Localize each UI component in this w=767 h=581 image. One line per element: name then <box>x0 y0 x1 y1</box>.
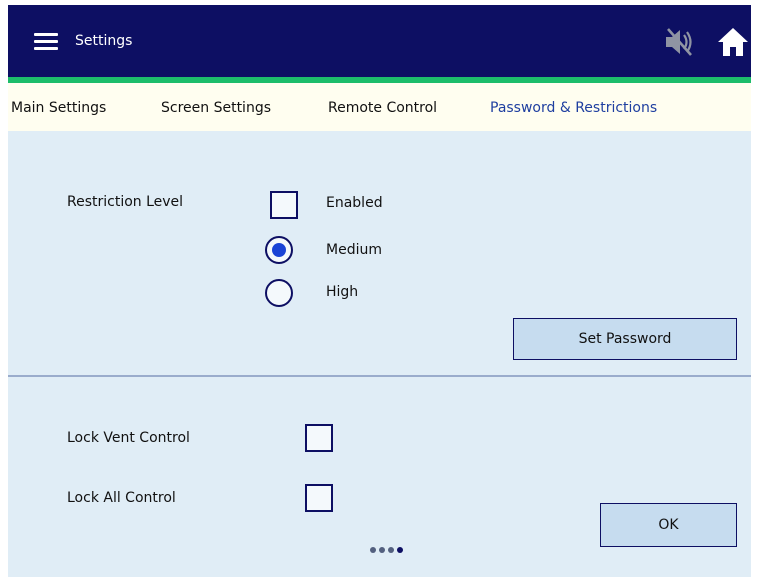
medium-label: Medium <box>326 242 382 258</box>
page-dot <box>370 547 376 553</box>
lock-vent-control-label: Lock Vent Control <box>67 430 190 446</box>
tab-remote-control[interactable]: Remote Control <box>328 100 437 116</box>
tab-main-settings[interactable]: Main Settings <box>11 100 106 116</box>
page-dot <box>397 547 403 553</box>
speaker-muted-icon[interactable] <box>662 26 696 58</box>
enabled-checkbox[interactable] <box>270 191 298 219</box>
hamburger-menu-icon[interactable] <box>34 33 58 51</box>
enabled-label: Enabled <box>326 195 383 211</box>
ok-button[interactable]: OK <box>600 503 737 547</box>
radio-selected-dot <box>271 242 286 257</box>
lock-vent-control-checkbox[interactable] <box>305 424 333 452</box>
page-dot <box>388 547 394 553</box>
settings-window: Settings Main Settings Screen Settings R… <box>8 5 751 577</box>
settings-panel: Restriction Level Enabled Medium High Se… <box>8 131 751 577</box>
high-label: High <box>326 284 359 300</box>
page-indicator <box>370 547 414 555</box>
title-bar: Settings <box>8 5 751 77</box>
page-dot <box>379 547 385 553</box>
tab-bar: Main Settings Screen Settings Remote Con… <box>8 83 751 131</box>
page-title: Settings <box>75 33 133 49</box>
home-icon[interactable] <box>716 25 750 59</box>
section-divider <box>8 375 751 377</box>
lock-all-control-label: Lock All Control <box>67 490 176 506</box>
medium-radio[interactable] <box>265 236 293 264</box>
lock-all-control-checkbox[interactable] <box>305 484 333 512</box>
set-password-button[interactable]: Set Password <box>513 318 737 360</box>
high-radio[interactable] <box>265 279 293 307</box>
tab-screen-settings[interactable]: Screen Settings <box>161 100 271 116</box>
restriction-level-label: Restriction Level <box>67 194 184 210</box>
tab-password-restrictions[interactable]: Password & Restrictions <box>490 100 657 116</box>
